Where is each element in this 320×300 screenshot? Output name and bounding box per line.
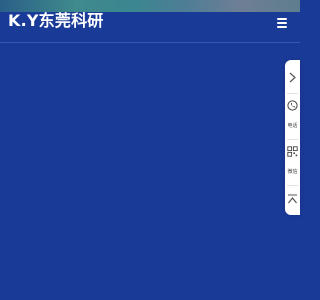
back-to-top-icon bbox=[288, 194, 297, 204]
back-to-top-button[interactable] bbox=[285, 190, 300, 210]
side-item-label: 电话 bbox=[287, 123, 298, 129]
floating-side-panel: 电话 微信 bbox=[285, 60, 300, 215]
side-divider bbox=[287, 185, 298, 186]
side-panel-toggle[interactable] bbox=[285, 68, 300, 88]
qr-code-icon bbox=[287, 146, 298, 157]
header-divider bbox=[0, 42, 300, 43]
site-header: K.Y东莞科研 bbox=[0, 0, 300, 42]
chevron-right-icon bbox=[289, 72, 296, 83]
side-divider bbox=[287, 93, 298, 94]
side-item-phone[interactable]: 电话 bbox=[285, 98, 300, 134]
hamburger-menu-icon[interactable] bbox=[277, 17, 287, 29]
side-item-wechat[interactable]: 微信 bbox=[285, 144, 300, 180]
side-divider bbox=[287, 139, 298, 140]
site-logo[interactable]: K.Y东莞科研 bbox=[8, 11, 103, 31]
side-item-label: 微信 bbox=[287, 169, 298, 175]
phone-icon bbox=[287, 100, 298, 111]
